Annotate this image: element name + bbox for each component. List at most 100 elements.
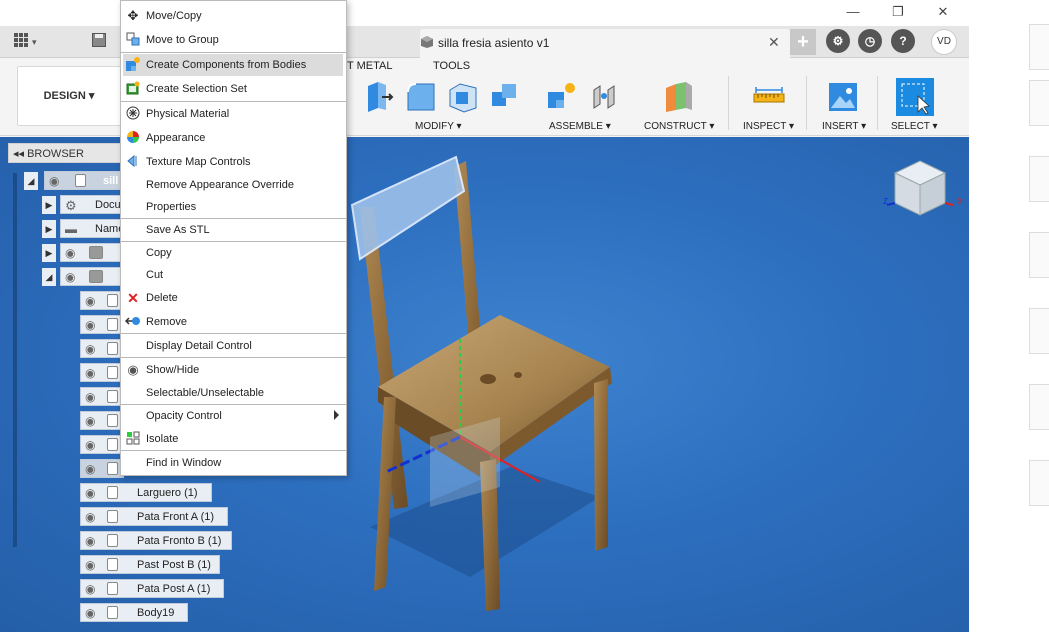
tree-row[interactable]: ◉ bbox=[80, 363, 124, 382]
collapse-toggle[interactable]: ◢ bbox=[24, 172, 38, 190]
avatar[interactable]: VD bbox=[931, 29, 957, 55]
menu-item-find-in-window[interactable]: Find in Window bbox=[123, 452, 343, 474]
tree-node-origin[interactable]: ◉ bbox=[60, 243, 124, 262]
expand-toggle[interactable]: ▶ bbox=[42, 220, 56, 238]
expand-toggle[interactable]: ▶ bbox=[42, 244, 56, 262]
minimize-button[interactable]: — bbox=[839, 3, 867, 21]
menu-item-remove-appearance-override[interactable]: Remove Appearance Override bbox=[123, 174, 343, 196]
tree-node-bodies[interactable]: ◉ bbox=[60, 267, 124, 286]
menu-item-display-detail-control[interactable]: Display Detail Control bbox=[123, 335, 343, 357]
eye-icon[interactable]: ◉ bbox=[85, 318, 95, 332]
collapse-toggle[interactable]: ◢ bbox=[42, 268, 56, 286]
tree-row[interactable]: ◉ bbox=[80, 315, 124, 334]
grid-icon[interactable] bbox=[14, 32, 28, 52]
fillet-icon[interactable] bbox=[404, 80, 438, 114]
help-icon[interactable]: ? bbox=[891, 29, 915, 53]
browser-header[interactable]: ◂◂ BROWSER bbox=[8, 143, 128, 163]
workspace-switcher-button[interactable]: DESIGN ▾ bbox=[17, 66, 121, 126]
tree-row[interactable]: ◉ Pata Front A (1) bbox=[80, 507, 228, 526]
tree-node-named-views[interactable]: ▬ Name bbox=[60, 219, 124, 238]
job-status-icon[interactable]: ◷ bbox=[858, 29, 882, 53]
combine-icon[interactable] bbox=[488, 80, 522, 114]
tree-row-selected[interactable]: ◉ bbox=[80, 459, 124, 478]
eye-icon[interactable]: ◉ bbox=[85, 414, 95, 428]
menu-item-physical-material[interactable]: Physical Material bbox=[123, 103, 343, 125]
chair-model[interactable] bbox=[330, 147, 660, 617]
menu-item-properties[interactable]: Properties bbox=[123, 196, 343, 218]
document-tab[interactable]: silla fresia asiento v1 ✕ bbox=[420, 29, 790, 58]
modify-menu[interactable]: MODIFY ▾ bbox=[415, 121, 462, 132]
eye-icon[interactable]: ◉ bbox=[85, 294, 95, 308]
tree-row[interactable]: ◉ Pata Post A (1) bbox=[80, 579, 224, 598]
eye-icon[interactable]: ◉ bbox=[85, 390, 95, 404]
thumbnail[interactable] bbox=[1029, 384, 1049, 430]
thumbnail[interactable] bbox=[1029, 156, 1049, 202]
thumbnail[interactable] bbox=[1029, 80, 1049, 126]
extensions-icon[interactable]: ⚙ bbox=[826, 29, 850, 53]
eye-icon[interactable]: ◉ bbox=[85, 366, 95, 380]
assemble-menu[interactable]: ASSEMBLE ▾ bbox=[549, 121, 611, 132]
joint-icon[interactable] bbox=[588, 80, 622, 114]
menu-item-opacity-control[interactable]: Opacity Control bbox=[123, 405, 343, 427]
tree-root-node[interactable]: ◉ sill bbox=[44, 171, 124, 190]
tab-tools[interactable]: TOOLS bbox=[433, 60, 470, 72]
browser-scrollbar[interactable] bbox=[13, 173, 17, 547]
tree-node-document-settings[interactable]: ⚙ Docu bbox=[60, 195, 124, 214]
select-menu[interactable]: SELECT ▾ bbox=[891, 121, 938, 132]
eye-icon[interactable]: ◉ bbox=[85, 582, 95, 596]
eye-icon[interactable]: ◉ bbox=[85, 558, 95, 572]
menu-item-delete[interactable]: ✕ Delete bbox=[123, 287, 343, 309]
eye-icon[interactable]: ◉ bbox=[85, 510, 95, 524]
tree-row[interactable]: ◉ bbox=[80, 411, 124, 430]
menu-item-move-copy[interactable]: ✥ Move/Copy bbox=[123, 5, 343, 27]
eye-icon[interactable]: ◉ bbox=[65, 246, 75, 260]
tree-row[interactable]: ◉ Larguero (1) bbox=[80, 483, 212, 502]
thumbnail[interactable] bbox=[1029, 460, 1049, 506]
menu-item-copy[interactable]: Copy bbox=[123, 242, 343, 264]
eye-icon[interactable]: ◉ bbox=[85, 462, 95, 476]
new-component-icon[interactable] bbox=[546, 80, 580, 114]
menu-item-show-hide[interactable]: ◉ Show/Hide bbox=[123, 359, 343, 381]
inspect-menu[interactable]: INSPECT ▾ bbox=[743, 121, 794, 132]
menu-item-selectable-unselectable[interactable]: Selectable/Unselectable bbox=[123, 382, 343, 404]
menu-item-move-to-group[interactable]: Move to Group bbox=[123, 29, 343, 51]
eye-icon[interactable]: ◉ bbox=[85, 606, 95, 620]
expand-toggle[interactable]: ▶ bbox=[42, 196, 56, 214]
construct-menu[interactable]: CONSTRUCT ▾ bbox=[644, 121, 714, 132]
thumbnail[interactable] bbox=[1029, 24, 1049, 70]
tree-row[interactable]: ◉ Body19 bbox=[80, 603, 188, 622]
tree-row[interactable]: ◉ bbox=[80, 339, 124, 358]
thumbnail[interactable] bbox=[1029, 232, 1049, 278]
menu-item-create-components[interactable]: Create Components from Bodies bbox=[123, 54, 343, 76]
select-icon[interactable] bbox=[896, 78, 934, 116]
eye-icon[interactable]: ◉ bbox=[85, 486, 95, 500]
thumbnail[interactable] bbox=[1029, 308, 1049, 354]
measure-icon[interactable] bbox=[752, 80, 786, 114]
eye-icon[interactable]: ◉ bbox=[85, 342, 95, 356]
tree-row[interactable]: ◉ bbox=[80, 291, 124, 310]
tree-row[interactable]: ◉ bbox=[80, 387, 124, 406]
menu-item-cut[interactable]: Cut bbox=[123, 264, 343, 286]
menu-item-remove[interactable]: Remove bbox=[123, 311, 343, 333]
menu-item-appearance[interactable]: Appearance bbox=[123, 127, 343, 149]
press-pull-icon[interactable] bbox=[362, 80, 396, 114]
eye-icon[interactable]: ◉ bbox=[85, 438, 95, 452]
eye-icon[interactable]: ◉ bbox=[65, 270, 75, 284]
chevron-down-icon[interactable]: ▾ bbox=[32, 32, 37, 52]
restore-button[interactable]: ❐ bbox=[884, 3, 912, 21]
close-button[interactable]: ✕ bbox=[929, 3, 957, 21]
save-icon[interactable] bbox=[92, 32, 106, 52]
tree-row[interactable]: ◉ Pata Fronto B (1) bbox=[80, 531, 232, 550]
eye-icon[interactable]: ◉ bbox=[85, 534, 95, 548]
menu-item-create-selection-set[interactable]: Create Selection Set bbox=[123, 78, 343, 100]
menu-item-isolate[interactable]: Isolate bbox=[123, 428, 343, 450]
eye-icon[interactable]: ◉ bbox=[49, 174, 59, 188]
tab-sheet-metal[interactable]: T METAL bbox=[347, 60, 392, 72]
insert-image-icon[interactable] bbox=[826, 80, 860, 114]
tree-row[interactable]: ◉ bbox=[80, 435, 124, 454]
shell-icon[interactable] bbox=[446, 80, 480, 114]
menu-item-save-as-stl[interactable]: Save As STL bbox=[123, 219, 343, 241]
menu-item-texture-map[interactable]: Texture Map Controls bbox=[123, 151, 343, 173]
new-tab-button[interactable]: + bbox=[790, 29, 816, 55]
close-tab-icon[interactable]: ✕ bbox=[768, 34, 780, 51]
